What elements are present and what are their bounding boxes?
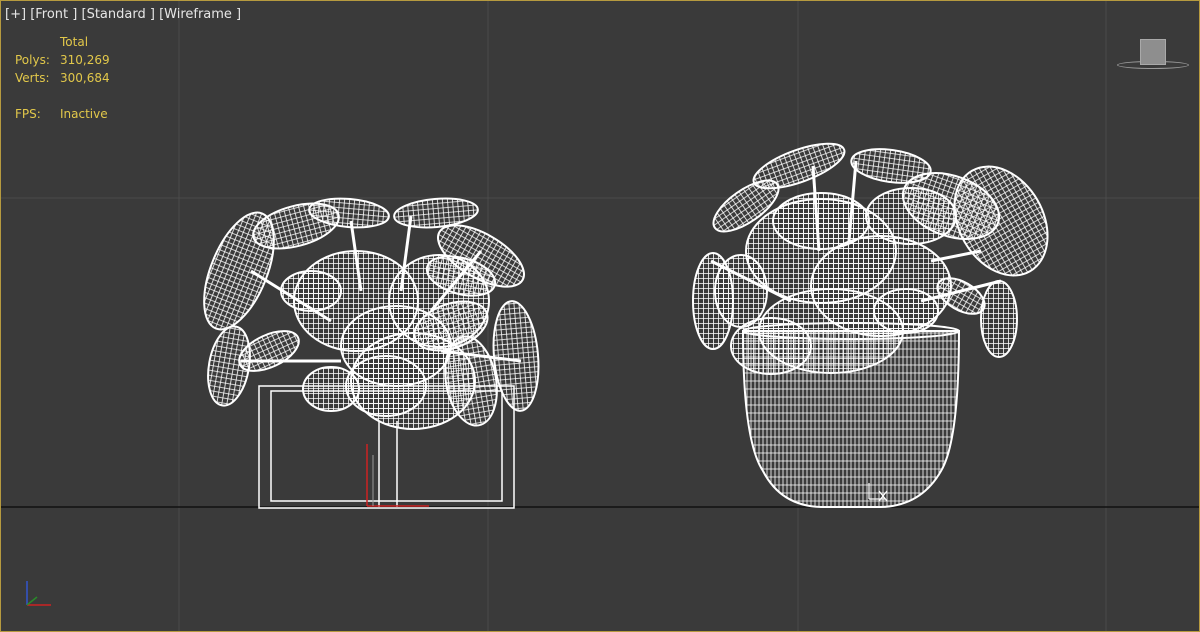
polys-value: 310,269: [60, 53, 110, 67]
plant-right[interactable]: [692, 135, 1066, 508]
verts-label: Verts:: [15, 71, 50, 85]
viewport-menu-style[interactable]: [Wireframe ]: [159, 7, 241, 22]
grid: [1, 1, 1199, 631]
plant-left[interactable]: [190, 195, 543, 509]
stats-header: Total: [60, 35, 89, 49]
verts-value: 300,684: [60, 71, 110, 85]
scene-canvas[interactable]: [1, 1, 1199, 631]
viewport-menu-plus[interactable]: [+]: [5, 7, 26, 22]
front-viewport[interactable]: [+] [Front ] [Standard ] [Wireframe ] To…: [0, 0, 1200, 632]
axis-tripod-icon: [26, 581, 51, 606]
viewport-menu-shading[interactable]: [Standard ]: [82, 7, 155, 22]
viewcube-face[interactable]: [1140, 39, 1166, 65]
pivot-gizmo: [366, 444, 429, 507]
fps-label: FPS:: [15, 107, 41, 121]
polys-label: Polys:: [15, 53, 50, 67]
viewcube-icon[interactable]: [1117, 35, 1189, 75]
fps-value: Inactive: [60, 107, 108, 121]
viewport-menu-view[interactable]: [Front ]: [30, 7, 77, 22]
viewport-label-menu[interactable]: [+] [Front ] [Standard ] [Wireframe ]: [5, 7, 241, 23]
statistics-overlay: Total Polys: 310,269 Verts: 300,684 FPS: In…: [15, 33, 110, 123]
